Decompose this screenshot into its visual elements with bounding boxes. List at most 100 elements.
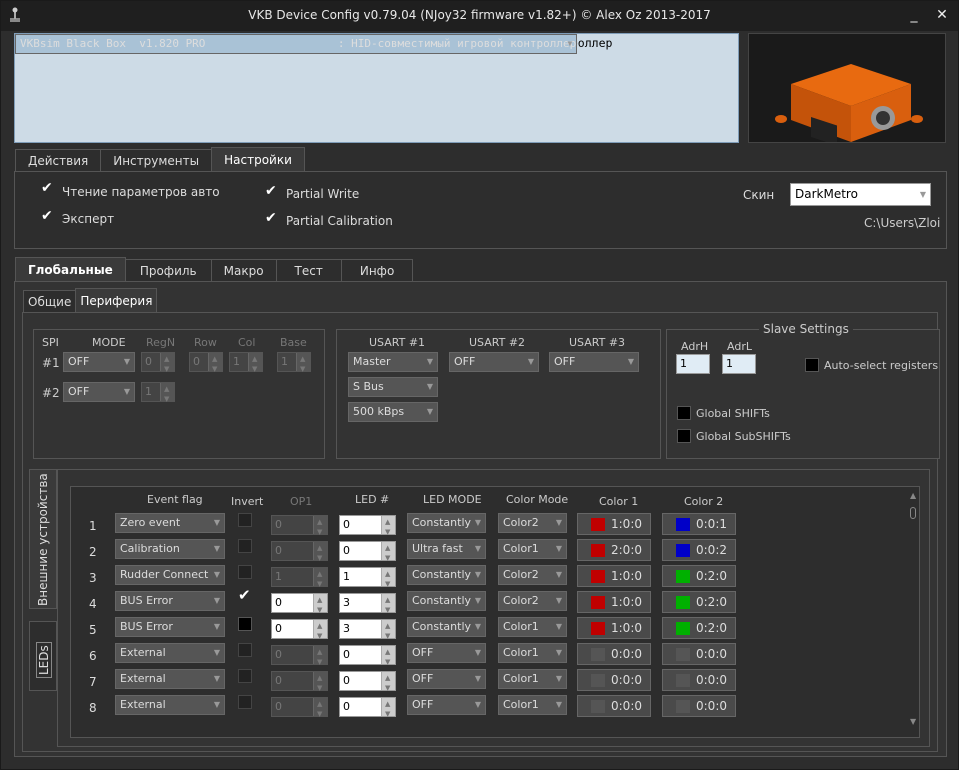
led-mode-select[interactable]: Constantly (407, 617, 486, 637)
skin-select[interactable]: DarkMetro (790, 183, 931, 206)
invert-checkbox[interactable] (238, 617, 252, 631)
led-mode-select[interactable]: OFF (407, 643, 486, 663)
invert-checkbox[interactable] (238, 669, 252, 683)
device-row[interactable]: VKBsim Black Box v1.820 PRO : HID-совмес… (15, 34, 578, 54)
color2-swatch (676, 700, 690, 713)
color-mode-select[interactable]: Color2 (498, 565, 567, 585)
color1-button[interactable]: 0:0:0 (577, 669, 651, 691)
color-mode-select[interactable]: Color1 (498, 617, 567, 637)
scroll-up-icon[interactable]: ▲ (910, 491, 916, 500)
color2-button[interactable]: 0:0:0 (662, 669, 736, 691)
app-window: VKB Device Config v0.79.04 (NJoy32 firmw… (0, 0, 959, 770)
color-mode-select[interactable]: Color1 (498, 643, 567, 663)
tab-tools[interactable]: Инструменты (100, 149, 213, 171)
led-number-stepper[interactable]: 1 (339, 565, 396, 593)
led-number-stepper[interactable]: 0 (339, 669, 396, 697)
tab-macro[interactable]: Макро (210, 259, 277, 281)
color2-button[interactable]: 0:0:0 (662, 643, 736, 665)
minimize-button[interactable]: _ (901, 5, 927, 27)
op1-stepper: 0 (271, 695, 328, 723)
led-number-stepper[interactable]: 3 (339, 591, 396, 619)
color2-button[interactable]: 0:2:0 (662, 617, 736, 639)
event-flag-select[interactable]: External (115, 669, 225, 689)
led-mode-select[interactable]: Constantly (407, 565, 486, 585)
op1-stepper[interactable]: 0 (271, 591, 328, 619)
leds-scrollbar[interactable]: ▲ ▼ (909, 491, 919, 735)
event-flag-select[interactable]: Rudder Connect (115, 565, 225, 585)
spi2-mode-select[interactable]: OFF (63, 382, 135, 402)
event-flag-select[interactable]: Zero event (115, 513, 225, 533)
adrl-input[interactable]: 1 (722, 354, 756, 374)
color1-button[interactable]: 1:0:0 (577, 591, 651, 613)
color1-button[interactable]: 1:0:0 (577, 513, 651, 535)
tab-test[interactable]: Тест (275, 259, 342, 281)
color-mode-select[interactable]: Color2 (498, 591, 567, 611)
spi1-mode-select[interactable]: OFF (63, 352, 135, 372)
close-button[interactable]: ✕ (929, 5, 955, 27)
tab-settings[interactable]: Настройки (211, 147, 305, 171)
event-flag-select[interactable]: External (115, 695, 225, 715)
tab-profile[interactable]: Профиль (124, 259, 212, 281)
auto-select-checkbox[interactable] (805, 358, 819, 372)
event-flag-select[interactable]: BUS Error (115, 617, 225, 637)
color2-button[interactable]: 0:2:0 (662, 565, 736, 587)
led-mode-select[interactable]: Constantly (407, 513, 486, 533)
color1-button[interactable]: 0:0:0 (577, 695, 651, 717)
op1-stepper[interactable]: 0 (271, 617, 328, 645)
usart3-mode-select[interactable]: OFF (549, 352, 639, 372)
color1-button[interactable]: 1:0:0 (577, 617, 651, 639)
event-flag-select[interactable]: Calibration (115, 539, 225, 559)
invert-checkbox[interactable] (238, 695, 252, 709)
color1-button[interactable]: 2:0:0 (577, 539, 651, 561)
led-number-stepper[interactable]: 0 (339, 539, 396, 567)
scroll-thumb[interactable] (910, 507, 916, 519)
led-number-stepper[interactable]: 3 (339, 617, 396, 645)
usart2-mode-select[interactable]: OFF (449, 352, 539, 372)
usart1-protocol-select[interactable]: S Bus (348, 377, 438, 397)
partial-write-checkbox[interactable] (265, 183, 278, 200)
usart1-mode-select[interactable]: Master (348, 352, 438, 372)
event-flag-select[interactable]: BUS Error (115, 591, 225, 611)
global-shifts-checkbox[interactable] (677, 406, 691, 420)
global-subshifts-checkbox[interactable] (677, 429, 691, 443)
event-flag-select[interactable]: External (115, 643, 225, 663)
led-mode-select[interactable]: Ultra fast (407, 539, 486, 559)
tab-actions[interactable]: Действия (15, 149, 102, 171)
led-mode-select[interactable]: OFF (407, 669, 486, 689)
tab-leds[interactable]: LEDs (29, 621, 57, 691)
tab-global[interactable]: Глобальные (15, 257, 126, 281)
color2-button[interactable]: 0:0:1 (662, 513, 736, 535)
adrh-input[interactable]: 1 (676, 354, 710, 374)
color2-button[interactable]: 0:0:2 (662, 539, 736, 561)
color2-button[interactable]: 0:2:0 (662, 591, 736, 613)
led-mode-select[interactable]: Constantly (407, 591, 486, 611)
tab-general[interactable]: Общие (23, 290, 77, 312)
tab-info[interactable]: Инфо (340, 259, 414, 281)
tab-external-devices[interactable]: Внешние устройства (29, 469, 57, 609)
color1-button[interactable]: 1:0:0 (577, 565, 651, 587)
led-number-stepper[interactable]: 0 (339, 643, 396, 671)
partial-calibration-checkbox[interactable] (265, 210, 278, 227)
color2-button[interactable]: 0:0:0 (662, 695, 736, 717)
color-mode-select[interactable]: Color2 (498, 513, 567, 533)
color1-button[interactable]: 0:0:0 (577, 643, 651, 665)
invert-checkbox[interactable] (238, 586, 252, 605)
color1-value: 1:0:0 (611, 517, 642, 531)
invert-checkbox[interactable] (238, 565, 252, 579)
read-auto-checkbox[interactable] (41, 180, 54, 197)
invert-checkbox[interactable] (238, 539, 252, 553)
invert-checkbox[interactable] (238, 643, 252, 657)
device-list[interactable]: VKBsim Black Box v1.820 PRO : HID-совмес… (14, 33, 739, 143)
led-number-stepper[interactable]: 0 (339, 695, 396, 723)
scroll-down-icon[interactable]: ▼ (910, 717, 916, 726)
expert-checkbox[interactable] (41, 208, 54, 225)
tab-peripherals[interactable]: Периферия (75, 288, 158, 312)
color-mode-select[interactable]: Color1 (498, 669, 567, 689)
led-mode-select[interactable]: OFF (407, 695, 486, 715)
color-mode-select[interactable]: Color1 (498, 695, 567, 715)
invert-checkbox[interactable] (238, 513, 252, 527)
led-number-stepper[interactable]: 0 (339, 513, 396, 541)
color1-swatch (591, 570, 605, 583)
color-mode-select[interactable]: Color1 (498, 539, 567, 559)
usart1-speed-select[interactable]: 500 kBps (348, 402, 438, 422)
